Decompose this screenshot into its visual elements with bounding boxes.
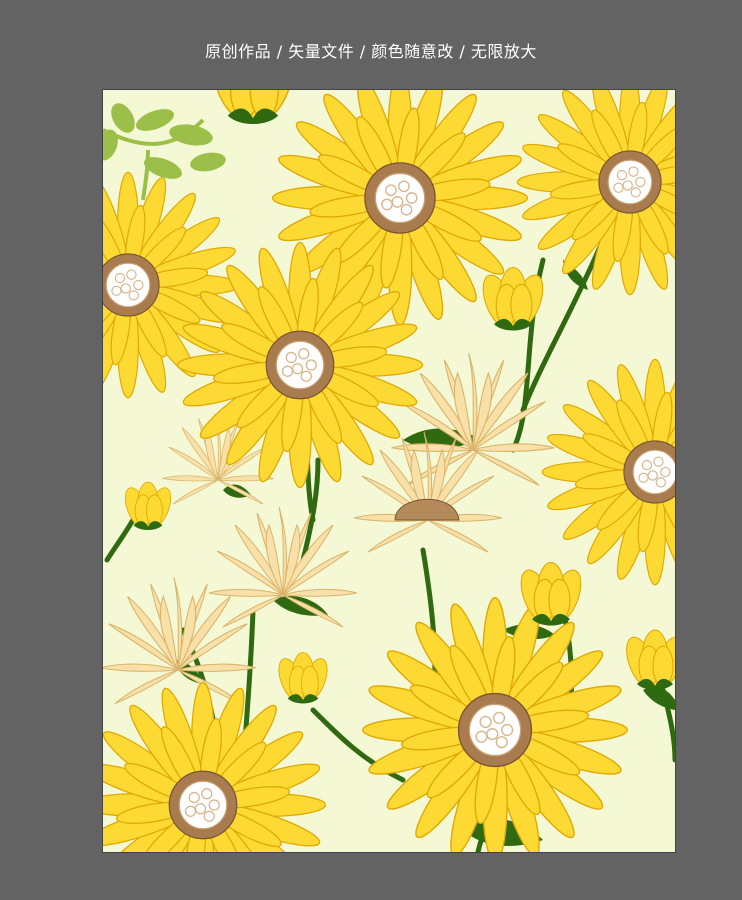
chrysanthemum-illustration bbox=[103, 90, 675, 852]
artboard-canvas bbox=[103, 90, 675, 852]
page-caption: 原创作品 / 矢量文件 / 颜色随意改 / 无限放大 bbox=[205, 42, 537, 61]
